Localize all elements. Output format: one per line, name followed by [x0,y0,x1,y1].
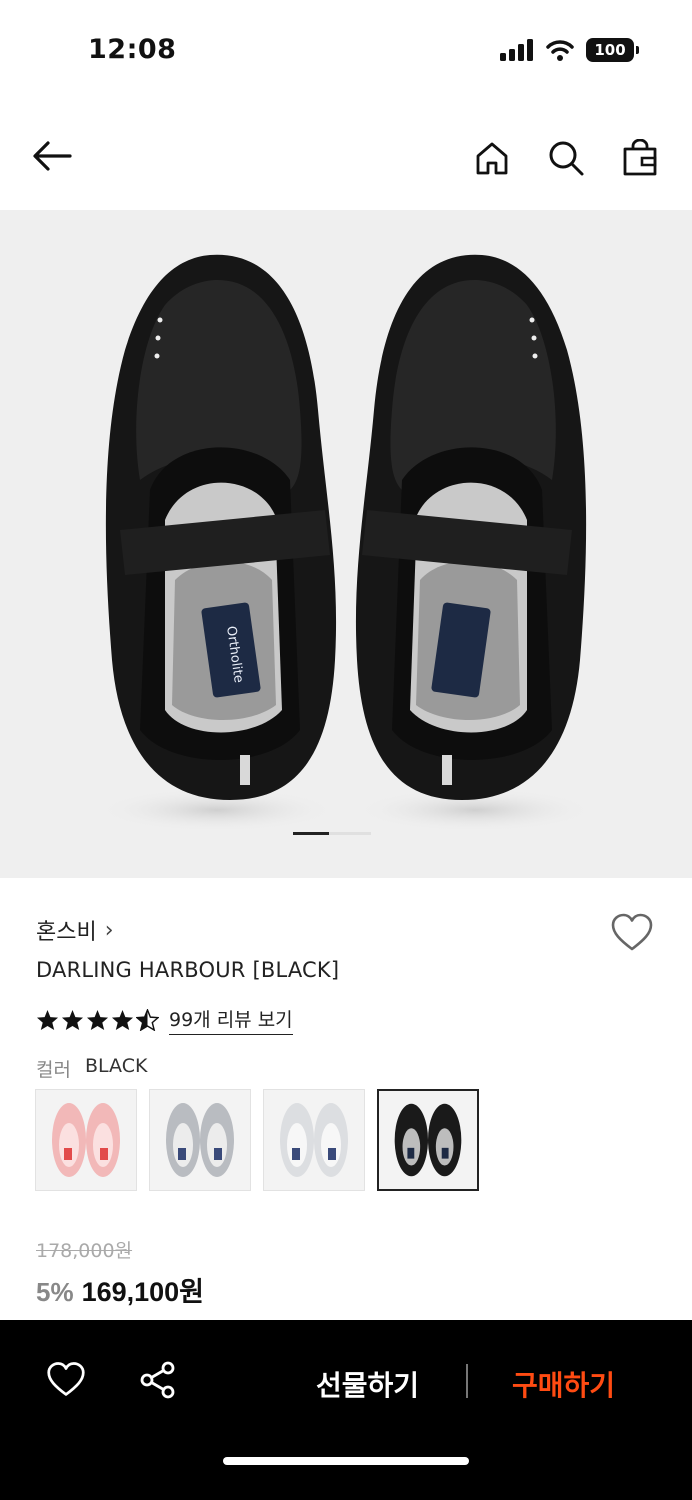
price-row: 5% 169,100원 [36,1270,204,1309]
brand-name: 혼스비 [36,920,97,945]
gift-button[interactable]: 선물하기 [316,1364,419,1404]
color-label: 컬러 [36,1059,71,1081]
swatch-white-image [264,1090,364,1190]
wishlist-button[interactable] [610,912,654,956]
pager-dot-active [293,832,329,835]
rating-row: 99개 리뷰 보기 [36,1005,293,1035]
original-price: 178,000원 [36,1240,133,1262]
half-star-icon [136,1009,159,1031]
star-icon [111,1009,134,1031]
share-icon [140,1361,175,1399]
bottom-action-bar: 선물하기 구매하기 [0,1320,692,1500]
shopping-bag-icon [623,139,657,176]
star-icon [36,1009,59,1031]
review-link[interactable]: 99개 리뷰 보기 [169,1005,293,1035]
bottom-wishlist-button[interactable] [46,1360,88,1402]
color-swatches [35,1089,479,1191]
star-icon [86,1009,109,1031]
final-price: 169,100원 [81,1277,205,1307]
swatch-black-image [379,1091,477,1189]
color-row: 컬러 BLACK [36,1055,147,1082]
divider [466,1364,468,1398]
status-icons: 100 [500,38,639,62]
gallery-pager [293,832,371,835]
buy-button[interactable]: 구매하기 [512,1364,615,1404]
nav-actions [468,134,664,182]
nav-bar [0,120,692,195]
home-icon [476,142,508,175]
left-shoe: Ortholite [105,254,337,800]
star-rating [36,1009,159,1031]
swatch-black[interactable] [377,1089,479,1191]
status-time: 12:08 [88,34,177,65]
share-button[interactable] [138,1360,180,1402]
back-button[interactable] [30,136,82,180]
heart-icon [611,913,653,951]
swatch-pink[interactable] [35,1089,137,1191]
swatch-silver[interactable] [149,1089,251,1191]
status-bar: 12:08 100 [0,0,692,100]
pager-dot [329,832,371,835]
battery-indicator: 100 [586,38,639,62]
search-icon [549,141,584,176]
product-image-gallery[interactable]: Ortholite [0,210,692,878]
swatch-silver-image [150,1090,250,1190]
right-shoe [355,254,587,800]
home-indicator [223,1457,469,1465]
back-arrow-icon [33,141,72,171]
home-button[interactable] [468,134,516,182]
star-icon [61,1009,84,1031]
chevron-right-icon: › [104,917,114,943]
product-photo: Ortholite [97,254,595,832]
cart-button[interactable] [616,134,664,182]
search-button[interactable] [542,134,590,182]
brand-link[interactable]: 혼스비 › [36,914,114,946]
swatch-pink-image [36,1090,136,1190]
color-value: BLACK [84,1055,148,1077]
swatch-white[interactable] [263,1089,365,1191]
signal-icon [500,39,533,61]
heart-icon [47,1362,85,1396]
product-name: DARLING HARBOUR [BLACK] [36,958,340,982]
discount-rate: 5% [36,1277,74,1307]
wifi-icon [546,40,574,61]
